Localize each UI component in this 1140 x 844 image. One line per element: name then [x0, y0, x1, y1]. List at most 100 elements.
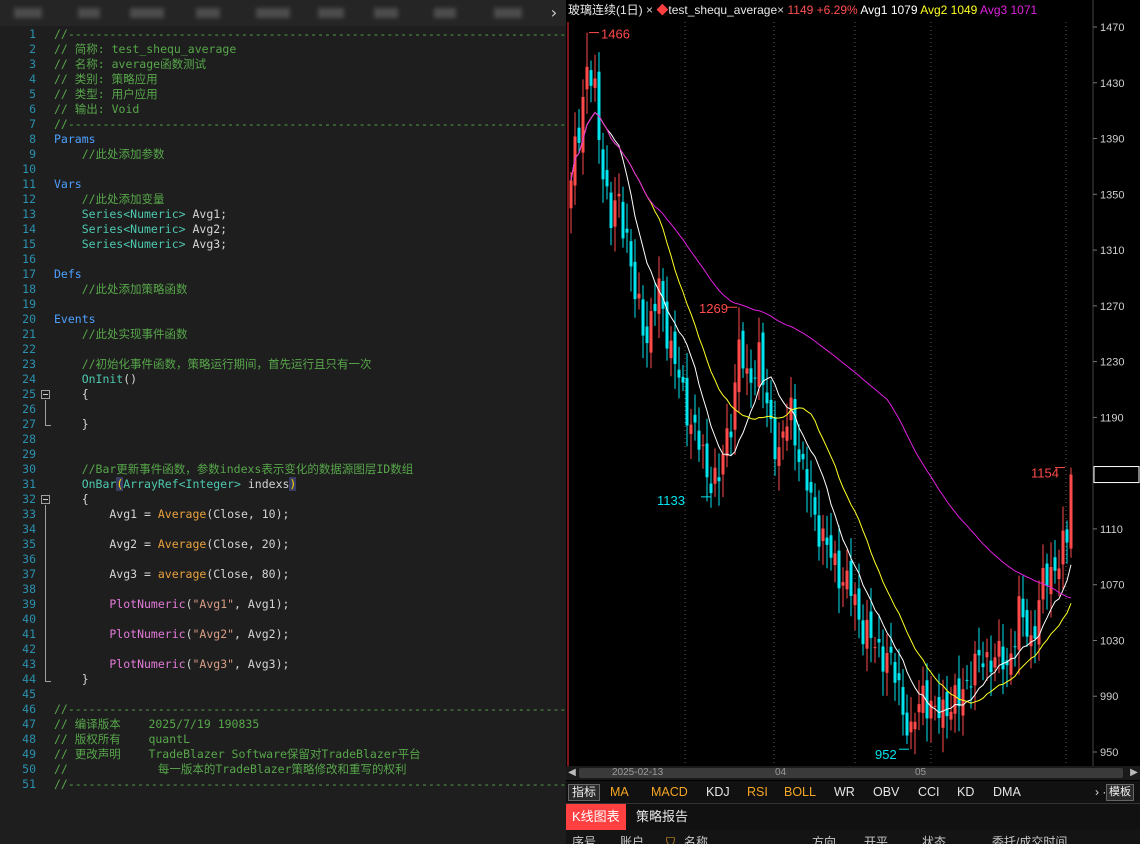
code-line[interactable]: 16: [0, 252, 566, 267]
code-text[interactable]: //此处添加变量: [54, 192, 165, 207]
tab-blurred[interactable]: [494, 8, 522, 18]
col-name[interactable]: 名称: [684, 835, 708, 844]
code-line[interactable]: 37 Avg3 = average(Close, 80);: [0, 567, 566, 582]
tab-blurred[interactable]: [14, 8, 42, 18]
code-line[interactable]: 50 // 每一版本的TradeBlazer策略修改和重写的权利: [0, 762, 566, 777]
fold-collapse-icon[interactable]: [41, 495, 50, 504]
code-text[interactable]: //此处添加策略函数: [54, 282, 188, 297]
close-strategy-icon[interactable]: ×: [777, 3, 784, 17]
code-line[interactable]: 9 //此处添加参数: [0, 147, 566, 162]
code-line[interactable]: 47 // 编译版本 2025/7/19 190835: [0, 717, 566, 732]
indicator-rsi[interactable]: RSI: [747, 781, 768, 803]
code-line[interactable]: 20 Events: [0, 312, 566, 327]
code-line[interactable]: 7 //-------------------------------------…: [0, 117, 566, 132]
col-order-time[interactable]: 委托/成交时间: [992, 835, 1067, 844]
tab-scroll-right-icon[interactable]: ›: [546, 3, 562, 23]
code-line[interactable]: 44 }: [0, 672, 566, 687]
code-text[interactable]: {: [54, 492, 89, 507]
indicator-kd[interactable]: KD: [957, 781, 974, 803]
code-text[interactable]: {: [54, 387, 89, 402]
tab-blurred[interactable]: [256, 8, 290, 18]
code-text[interactable]: Series<Numeric> Avg1;: [54, 207, 227, 222]
code-text[interactable]: Avg2 = Average(Close, 20);: [54, 537, 289, 552]
code-line[interactable]: 31 OnBar(ArrayRef<Integer> indexs): [0, 477, 566, 492]
tab-blurred[interactable]: [130, 8, 164, 18]
indicator-ma[interactable]: MA: [610, 781, 629, 803]
indicator-obv[interactable]: OBV: [873, 781, 899, 803]
code-line[interactable]: 43 PlotNumeric("Avg3", Avg3);: [0, 657, 566, 672]
col-open-close[interactable]: 开平: [864, 835, 888, 844]
kline-chart-pane[interactable]: 1470143013901350131012701230119011491110…: [566, 0, 1140, 844]
code-text[interactable]: // 类型: 用户应用: [54, 87, 158, 102]
code-line[interactable]: 45: [0, 687, 566, 702]
code-line[interactable]: 11 Vars: [0, 177, 566, 192]
code-line[interactable]: 36: [0, 552, 566, 567]
code-line[interactable]: 14 Series<Numeric> Avg2;: [0, 222, 566, 237]
code-text[interactable]: Defs: [54, 267, 82, 282]
code-line[interactable]: 28: [0, 432, 566, 447]
code-line[interactable]: 26: [0, 402, 566, 417]
code-text[interactable]: Vars: [54, 177, 82, 192]
indicator-wr[interactable]: WR: [834, 781, 855, 803]
code-line[interactable]: 17 Defs: [0, 267, 566, 282]
code-text[interactable]: //Bar更新事件函数，参数indexs表示变化的数据源图层ID数组: [54, 462, 414, 477]
template-button[interactable]: 模板: [1106, 784, 1134, 801]
code-line[interactable]: 35 Avg2 = Average(Close, 20);: [0, 537, 566, 552]
code-text[interactable]: // 类别: 策略应用: [54, 72, 158, 87]
code-line[interactable]: 3 // 名称: average函数测试: [0, 57, 566, 72]
code-text[interactable]: Params: [54, 132, 96, 147]
indicator-kdj[interactable]: KDJ: [706, 781, 730, 803]
scroll-left-icon[interactable]: ◀: [566, 766, 578, 780]
kline-chart[interactable]: 1470143013901350131012701230119011491110…: [566, 0, 1140, 766]
code-text[interactable]: PlotNumeric("Avg3", Avg3);: [54, 657, 289, 672]
code-line[interactable]: 1 //-------------------------------------…: [0, 27, 566, 42]
code-text[interactable]: Series<Numeric> Avg2;: [54, 222, 227, 237]
code-text[interactable]: // 简称: test_shequ_average: [54, 42, 236, 57]
code-line[interactable]: 21 //此处实现事件函数: [0, 327, 566, 342]
code-line[interactable]: 5 // 类型: 用户应用: [0, 87, 566, 102]
tab-blurred[interactable]: [196, 8, 220, 18]
code-text[interactable]: //初始化事件函数，策略运行期间，首先运行且只有一次: [54, 357, 372, 372]
code-line[interactable]: 40: [0, 612, 566, 627]
code-line[interactable]: 38: [0, 582, 566, 597]
code-text[interactable]: //--------------------------------------…: [54, 117, 566, 132]
code-line[interactable]: 13 Series<Numeric> Avg1;: [0, 207, 566, 222]
tab-kline-chart[interactable]: K线图表: [566, 804, 626, 830]
code-line[interactable]: 15 Series<Numeric> Avg3;: [0, 237, 566, 252]
col-status[interactable]: 状态: [922, 835, 946, 844]
code-text[interactable]: OnInit(): [54, 372, 137, 387]
col-index[interactable]: 序号: [572, 835, 596, 844]
code-text[interactable]: //--------------------------------------…: [54, 27, 566, 42]
indicator-button[interactable]: 指标: [568, 784, 601, 801]
code-line[interactable]: 23 //初始化事件函数，策略运行期间，首先运行且只有一次: [0, 357, 566, 372]
code-text[interactable]: Avg1 = Average(Close, 10);: [54, 507, 289, 522]
code-line[interactable]: 33 Avg1 = Average(Close, 10);: [0, 507, 566, 522]
code-line[interactable]: 49 // 更改声明 TradeBlazer Software保留对TradeBl…: [0, 747, 566, 762]
code-text[interactable]: PlotNumeric("Avg2", Avg2);: [54, 627, 289, 642]
code-line[interactable]: 25 {: [0, 387, 566, 402]
indicator-dma[interactable]: DMA: [993, 781, 1021, 803]
code-text[interactable]: //此处实现事件函数: [54, 327, 188, 342]
code-line[interactable]: 34: [0, 522, 566, 537]
code-line[interactable]: 10: [0, 162, 566, 177]
code-text[interactable]: // 输出: Void: [54, 102, 139, 117]
code-line[interactable]: 39 PlotNumeric("Avg1", Avg1);: [0, 597, 566, 612]
code-text[interactable]: // 版权所有 quantL: [54, 732, 190, 747]
code-line[interactable]: 22: [0, 342, 566, 357]
code-line[interactable]: 8 Params: [0, 132, 566, 147]
indicator-boll[interactable]: BOLL: [784, 781, 816, 803]
tab-blurred[interactable]: [434, 8, 456, 18]
code-line[interactable]: 42: [0, 642, 566, 657]
indicator-macd[interactable]: MACD: [651, 781, 688, 803]
code-line[interactable]: 46 //------------------------------------…: [0, 702, 566, 717]
code-text[interactable]: }: [54, 417, 89, 432]
indicator-cci[interactable]: CCI: [918, 781, 940, 803]
code-line[interactable]: 4 // 类别: 策略应用: [0, 72, 566, 87]
code-line[interactable]: 24 OnInit(): [0, 372, 566, 387]
col-account[interactable]: 账户: [620, 835, 644, 844]
code-line[interactable]: 12 //此处添加变量: [0, 192, 566, 207]
code-text[interactable]: Events: [54, 312, 96, 327]
close-symbol-icon[interactable]: ×: [646, 3, 653, 17]
code-text[interactable]: //--------------------------------------…: [54, 702, 566, 717]
code-line[interactable]: 41 PlotNumeric("Avg2", Avg2);: [0, 627, 566, 642]
